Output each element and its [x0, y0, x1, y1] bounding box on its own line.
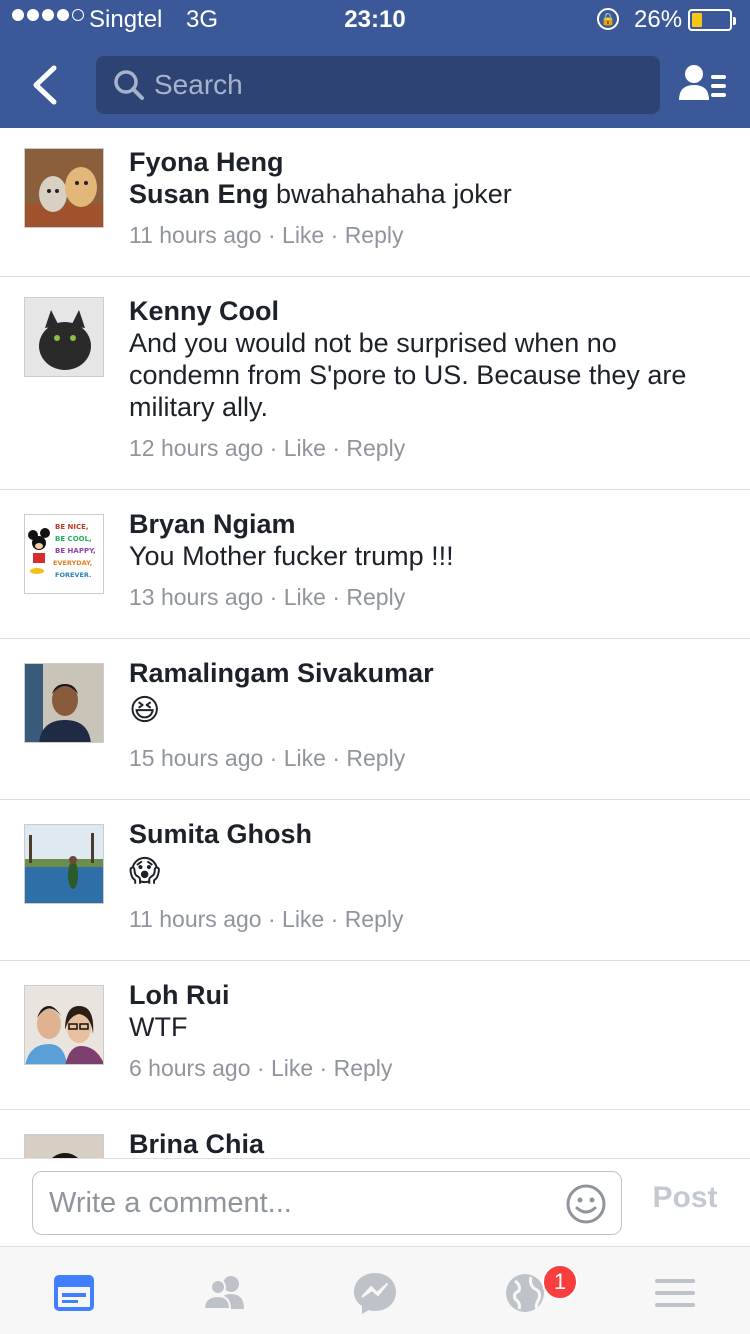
avatar[interactable] — [24, 985, 104, 1065]
commenter-name[interactable]: Ramalingam Sivakumar — [129, 657, 730, 689]
rotation-lock-icon: 🔒 — [597, 8, 619, 30]
status-bar: Singtel 3G 23:10 🔒 26% — [0, 0, 750, 40]
messenger-icon — [354, 1273, 396, 1314]
like-link[interactable]: Like — [282, 906, 324, 932]
comment-item: Kenny Cool And you would not be surprise… — [0, 277, 750, 490]
friend-list-icon — [679, 65, 726, 100]
avatar[interactable] — [24, 148, 104, 228]
comment-body: WTF — [129, 1012, 188, 1042]
comment-composer: Post — [0, 1158, 750, 1246]
reply-link[interactable]: Reply — [345, 906, 404, 932]
avatar[interactable] — [24, 824, 104, 904]
search-input[interactable] — [154, 62, 644, 108]
like-link[interactable]: Like — [284, 435, 326, 461]
comment-body: And you would not be surprised when no c… — [129, 328, 687, 422]
comment-item: Loh Rui WTF 6 hours ago · Like · Reply — [0, 961, 750, 1110]
friend-list-button[interactable] — [678, 60, 728, 110]
commenter-name[interactable]: Kenny Cool — [129, 295, 730, 327]
comment-time[interactable]: 11 hours ago — [129, 222, 262, 248]
commenter-name[interactable]: Fyona Heng — [129, 146, 730, 178]
avatar-poster-line: EVERYDAY, — [53, 559, 92, 567]
avatar[interactable] — [24, 663, 104, 743]
post-button[interactable]: Post — [632, 1181, 738, 1215]
man-photo-avatar — [25, 664, 103, 742]
comment-body: You Mother fucker trump !!! — [129, 541, 454, 571]
top-bar: Singtel 3G 23:10 🔒 26% — [0, 0, 750, 128]
commenter-name[interactable]: Brina Chia — [129, 1128, 730, 1158]
smiley-icon[interactable] — [564, 1182, 608, 1226]
comment-item: Sumita Ghosh 😱 11 hours ago · Like · Rep… — [0, 800, 750, 961]
comment-input[interactable] — [49, 1180, 549, 1226]
commenter-name[interactable]: Loh Rui — [129, 979, 730, 1011]
comment-item: Ramalingam Sivakumar 😆 15 hours ago · Li… — [0, 639, 750, 800]
like-link[interactable]: Like — [271, 1055, 313, 1081]
comment-time[interactable]: 15 hours ago — [129, 745, 263, 771]
couple-photo-avatar — [25, 986, 103, 1064]
cat-photo-avatar — [25, 298, 103, 376]
comment-item: Brina Chia — [0, 1110, 750, 1158]
comment-time[interactable]: 6 hours ago — [129, 1055, 250, 1081]
avatar-poster-line: BE COOL, — [55, 535, 92, 543]
battery-icon — [688, 9, 736, 31]
search-icon — [114, 70, 144, 100]
like-link[interactable]: Like — [282, 222, 324, 248]
commenter-name[interactable]: Sumita Ghosh — [129, 818, 730, 850]
tab-friend-requests[interactable] — [198, 1269, 250, 1317]
comment-meta: 13 hours ago · Like · Reply — [129, 584, 406, 610]
reply-link[interactable]: Reply — [345, 222, 404, 248]
avatar-poster-line: FOREVER. — [55, 571, 91, 579]
comment-meta: 6 hours ago · Like · Reply — [129, 1055, 393, 1081]
avatar-poster-line: BE HAPPY, — [55, 547, 96, 555]
comment-time[interactable]: 13 hours ago — [129, 584, 263, 610]
reply-link[interactable]: Reply — [346, 745, 405, 771]
avatar[interactable] — [24, 1134, 104, 1158]
comment-item: BE NICE, BE COOL, BE HAPPY, EVERYDAY, FO… — [0, 490, 750, 639]
reply-link[interactable]: Reply — [346, 584, 405, 610]
emoji-comment: 😆 — [129, 694, 161, 727]
dogs-photo-avatar — [25, 149, 103, 227]
comments-list[interactable]: Fyona Heng Susan Eng bwahahahaha joker 1… — [0, 128, 750, 1158]
battery-fill — [692, 13, 702, 27]
comment-item: Fyona Heng Susan Eng bwahahahaha joker 1… — [0, 128, 750, 277]
notification-badge: 1 — [542, 1264, 578, 1300]
tab-bar: 1 — [0, 1246, 750, 1334]
comment-body: bwahahahaha joker — [268, 179, 512, 209]
tagged-user[interactable]: Susan Eng — [129, 179, 269, 209]
tab-messenger[interactable] — [349, 1269, 401, 1317]
news-feed-icon — [54, 1275, 94, 1311]
pool-photo-avatar — [25, 825, 103, 903]
comment-meta: 11 hours ago · Like · Reply — [129, 222, 404, 248]
comment-box[interactable] — [32, 1171, 622, 1235]
like-link[interactable]: Like — [284, 584, 326, 610]
comment-time[interactable]: 11 hours ago — [129, 906, 262, 932]
tab-news-feed[interactable] — [48, 1269, 100, 1317]
comment-meta: 15 hours ago · Like · Reply — [129, 745, 406, 771]
emoji-comment: 😱 — [129, 855, 161, 888]
commenter-name[interactable]: Bryan Ngiam — [129, 508, 730, 540]
search-bar[interactable] — [96, 56, 660, 114]
woman-photo-avatar — [25, 1135, 103, 1158]
avatar[interactable]: BE NICE, BE COOL, BE HAPPY, EVERYDAY, FO… — [24, 514, 104, 594]
tab-menu[interactable] — [649, 1269, 701, 1317]
comment-meta: 11 hours ago · Like · Reply — [129, 906, 404, 932]
battery-percent: 26% — [634, 6, 683, 33]
reply-link[interactable]: Reply — [346, 435, 405, 461]
avatar-poster-line: BE NICE, — [55, 523, 89, 531]
comment-time[interactable]: 12 hours ago — [129, 435, 263, 461]
reply-link[interactable]: Reply — [334, 1055, 393, 1081]
menu-icon — [655, 1279, 695, 1307]
friend-requests-icon — [202, 1276, 244, 1310]
like-link[interactable]: Like — [284, 745, 326, 771]
chevron-left-icon — [33, 65, 57, 105]
comment-text: Susan Eng bwahahahaha joker — [129, 178, 730, 210]
mickey-poster-avatar: BE NICE, BE COOL, BE HAPPY, EVERYDAY, FO… — [25, 515, 103, 593]
avatar[interactable] — [24, 297, 104, 377]
back-button[interactable] — [26, 60, 66, 110]
comment-meta: 12 hours ago · Like · Reply — [129, 435, 406, 461]
